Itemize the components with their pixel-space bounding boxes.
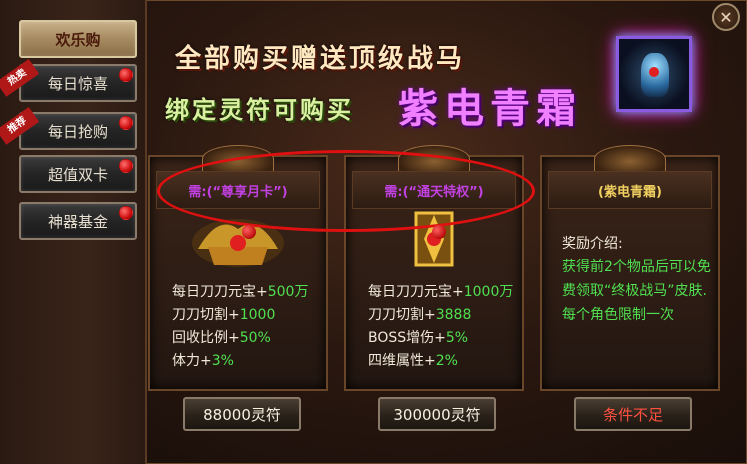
close-icon: ✕	[719, 7, 733, 27]
notification-dot	[119, 206, 133, 220]
notification-dot	[119, 159, 133, 173]
buy-button-monthly[interactable]: 88000灵符	[183, 397, 301, 431]
stat-list: 每日刀刀元宝+500万 刀刀切割+1000 回收比例+50% 体力+3%	[172, 281, 308, 373]
stat-row: 每日刀刀元宝+500万	[172, 284, 309, 300]
claim-button-reward[interactable]: 条件不足	[574, 397, 692, 431]
stat-row: 每日刀刀元宝+1000万	[368, 284, 514, 300]
sidebar: 欢乐购 每日惊喜 热卖 每日抢购 推荐 超值双卡 神器基金	[0, 0, 147, 464]
reward-description: 获得前2个物品后可以免费领取“终极战马”皮肤. 每个角色限制一次	[562, 259, 711, 323]
promo-item-name: 紫电青霜	[398, 85, 582, 132]
sidebar-item-double-card[interactable]: 超值双卡	[19, 155, 137, 193]
card-crest-ornament	[594, 145, 666, 173]
stat-row: 刀刀切割+1000	[172, 307, 276, 323]
close-button[interactable]: ✕	[712, 3, 740, 31]
stat-list: 每日刀刀元宝+1000万 刀刀切割+3888 BOSS增伤+5% 四维属性+2%	[368, 281, 513, 373]
stat-row: BOSS增伤+5%	[368, 330, 469, 346]
marker-dot	[242, 225, 256, 239]
stat-row: 体力+3%	[172, 353, 234, 369]
stat-row: 四维属性+2%	[368, 353, 458, 369]
stat-row: 回收比例+50%	[172, 330, 271, 346]
offer-card-reward: (紫电青霜) 奖励介绍: 获得前2个物品后可以免费领取“终极战马”皮肤. 每个角…	[540, 145, 720, 391]
sidebar-item-label: 神器基金	[47, 212, 108, 231]
card-requirement: (紫电青霜)	[548, 171, 712, 209]
sidebar-title: 欢乐购	[55, 30, 101, 49]
price-label: 300000灵符	[393, 405, 481, 424]
shop-window: 欢乐购 每日惊喜 热卖 每日抢购 推荐 超值双卡 神器基金 全部购买赠送顶级战马…	[0, 0, 747, 464]
status-label: 条件不足	[602, 405, 663, 424]
sidebar-item-label: 每日抢购	[47, 122, 108, 141]
promo-subline: 绑定灵符可购买	[165, 95, 354, 124]
reward-item-icon[interactable]	[616, 36, 692, 112]
sidebar-item-happy-shop[interactable]: 欢乐购	[19, 20, 137, 58]
sidebar-item-artifact-fund[interactable]: 神器基金	[19, 202, 137, 240]
sidebar-item-label: 超值双卡	[47, 165, 108, 184]
sidebar-item-label: 每日惊喜	[47, 74, 108, 93]
notification-dot	[119, 68, 133, 82]
price-label: 88000灵符	[203, 405, 281, 424]
marker-dot	[432, 225, 446, 239]
gem-icon	[649, 67, 659, 77]
buy-button-privilege[interactable]: 300000灵符	[378, 397, 496, 431]
stat-row: 刀刀切割+3888	[368, 307, 472, 323]
highlight-ellipse	[157, 150, 535, 232]
promo-headline: 全部购买赠送顶级战马	[175, 44, 466, 74]
notification-dot	[119, 116, 133, 130]
reward-label: 奖励介绍:	[562, 236, 623, 252]
